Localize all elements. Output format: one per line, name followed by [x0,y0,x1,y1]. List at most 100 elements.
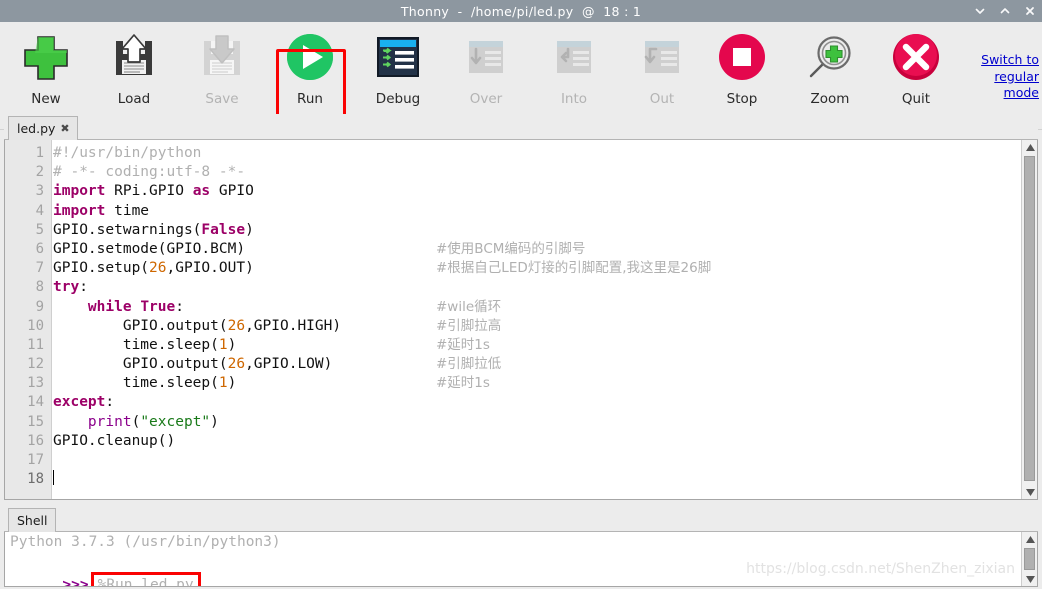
editor-notebook: led.py ✖ 1 2 3 4 5 6 7 8 9 10 11 12 13 14 15 16 17 18 #!/… [4,114,1038,500]
code-line: import time [53,202,150,219]
code-line: import RPi.GPIO as GPIO [53,183,254,200]
line-number: 17 [27,452,44,468]
shell-scroll-down-arrow-icon[interactable] [1022,572,1037,586]
code-line: print("except") [87,413,219,430]
step-into-icon [547,31,601,85]
switch-to-regular-mode-link[interactable]: Switch to regular mode [959,52,1039,102]
code-line: time.sleep(1) #延时1s [53,336,1020,355]
code-line: GPIO.setup(26,GPIO.OUT) #根据自己LED灯接的引脚配置,我… [53,259,1020,278]
load-button[interactable]: Load [90,26,178,124]
line-number: 12 [27,356,44,373]
quit-button[interactable]: Quit [872,26,960,124]
code-line: while True: #wile循环 [53,298,1020,317]
minimize-button[interactable] [974,5,986,17]
line-number: 14 [27,394,44,411]
window-titlebar: Thonny - /home/pi/led.py @ 18 : 1 [0,0,1042,22]
save-button: Save [178,26,266,124]
close-button[interactable] [1024,5,1036,17]
stop-button[interactable]: Stop [698,26,786,124]
editor-tabstrip: led.py ✖ [4,114,1038,140]
code-line: GPIO.setmode(GPIO.BCM) #使用BCM编码的引脚号 [53,240,1020,259]
scroll-down-arrow-icon[interactable] [1022,485,1037,499]
line-number: 3 [35,183,44,200]
text-cursor [53,470,54,486]
debug-window-icon [371,31,425,85]
step-out-button: Out [618,26,706,124]
code-text-area[interactable]: #!/usr/bin/python # -*- coding:utf-8 -*- i… [53,140,1020,499]
editor-tab-close-icon[interactable]: ✖ [60,123,69,134]
line-number: 10 [27,317,44,334]
code-line-comment: #使用BCM编码的引脚号 [436,240,586,257]
maximize-button[interactable] [999,5,1011,17]
step-over-icon [459,31,513,85]
shell-tabstrip: Shell [4,506,1038,532]
floppy-down-icon [195,31,249,85]
debug-button-label: Debug [375,91,421,107]
code-line: except: [53,394,115,411]
step-out-icon [635,31,689,85]
code-line: GPIO.output(26,GPIO.HIGH) #引脚拉高 [53,317,1020,336]
step-into-button-label: Into [560,91,588,107]
step-over-button: Over [442,26,530,124]
code-line-comment: #wile循环 [436,298,502,315]
x-circle-icon [889,31,943,85]
editor-vertical-scrollbar[interactable] [1021,140,1037,499]
shell-prompt-line: >>> %Run led.py [5,552,1037,586]
floppy-up-icon [107,31,161,85]
code-line: #!/usr/bin/python [53,145,202,161]
line-number: 9 [35,298,44,315]
magnifier-plus-icon [803,31,857,85]
line-number: 8 [35,279,44,296]
shell-scroll-thumb[interactable] [1024,548,1035,570]
line-number: 4 [35,202,44,219]
zoom-button[interactable]: Zoom [786,26,874,124]
step-into-button: Into [530,26,618,124]
run-button-label: Run [297,91,323,107]
shell-prompt: >>> [62,577,89,587]
zoom-button-label: Zoom [810,91,850,107]
debug-button[interactable]: Debug [354,26,442,124]
load-button-label: Load [117,91,151,107]
code-line: try: [53,279,88,296]
editor-scroll-thumb[interactable] [1024,156,1035,481]
play-circle-icon [283,31,337,85]
quit-button-label: Quit [901,91,931,107]
new-button-label: New [31,91,61,107]
line-number: 13 [27,375,44,392]
line-number: 2 [35,164,44,181]
code-line-comment: #引脚拉高 [436,317,502,334]
shell-scroll-up-arrow-icon[interactable] [1022,532,1037,546]
shell-version-line: Python 3.7.3 (/usr/bin/python3) [10,534,281,550]
line-number: 15 [27,413,44,430]
code-editor[interactable]: 1 2 3 4 5 6 7 8 9 10 11 12 13 14 15 16 17 18 #!/usr/bin/p… [4,140,1038,500]
line-number-gutter: 1 2 3 4 5 6 7 8 9 10 11 12 13 14 15 16 17 18 [5,140,52,499]
stop-button-label: Stop [726,91,758,107]
line-number: 7 [35,260,44,277]
shell-notebook: Shell Python 3.7.3 (/usr/bin/python3) >>… [4,506,1038,587]
code-line: time.sleep(1) #延时1s [53,374,1020,393]
shell-console[interactable]: Python 3.7.3 (/usr/bin/python3) >>> %Run … [4,532,1038,587]
code-line: GPIO.setwarnings(False) [53,221,254,238]
code-line: # -*- coding:utf-8 -*- [53,164,246,181]
line-number: 18 [27,471,44,488]
window-title: Thonny - /home/pi/led.py @ 18 : 1 [400,3,642,19]
plus-icon [19,31,73,85]
save-button-label: Save [205,91,239,107]
editor-tab-led-py[interactable]: led.py ✖ [8,116,78,140]
editor-tab-label: led.py [17,121,56,136]
run-button[interactable]: Run [266,26,354,124]
scroll-up-arrow-icon[interactable] [1022,140,1037,154]
step-out-button-label: Out [649,91,675,107]
line-number: 16 [27,432,44,449]
code-line-comment: #引脚拉低 [436,356,502,373]
new-button[interactable]: New [2,26,90,124]
step-over-button-label: Over [469,91,503,107]
shell-vertical-scrollbar[interactable] [1021,532,1037,586]
code-line: GPIO.cleanup() [53,432,176,449]
shell-tab[interactable]: Shell [8,508,56,532]
shell-run-command: %Run led.py [90,572,201,586]
stop-circle-icon [715,31,769,85]
window-controls [974,0,1036,22]
code-line [53,470,1020,489]
